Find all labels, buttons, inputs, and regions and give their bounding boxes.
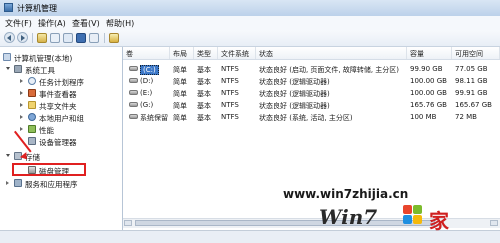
drive-icon bbox=[129, 78, 138, 83]
column-header-type[interactable]: 类型 bbox=[194, 47, 218, 59]
watermark-brand: Win7 bbox=[319, 205, 378, 229]
menu-help[interactable]: 帮助(H) bbox=[106, 18, 134, 29]
back-arrow-icon[interactable] bbox=[4, 32, 15, 43]
volume-type: 基本 bbox=[197, 66, 211, 74]
volume-name: 系统保留 bbox=[140, 114, 168, 122]
volume-layout: 简单 bbox=[173, 102, 187, 110]
drive-icon bbox=[129, 102, 138, 107]
menu-action[interactable]: 操作(A) bbox=[38, 18, 66, 29]
volume-status: 状态良好 (逻辑驱动器) bbox=[259, 78, 330, 86]
title-bar: 计算机管理 bbox=[0, 0, 500, 17]
menu-view[interactable]: 查看(V) bbox=[72, 18, 100, 29]
drive-icon bbox=[129, 66, 138, 71]
scroll-left-arrow-icon[interactable] bbox=[124, 220, 132, 226]
table-row[interactable]: (E:) 简单 基本 NTFS 状态良好 (逻辑驱动器) 100.00 GB 9… bbox=[123, 88, 500, 98]
volume-layout: 简单 bbox=[173, 66, 187, 74]
watermark-suffix: 家 bbox=[429, 209, 449, 233]
tools-icon bbox=[14, 65, 22, 73]
volume-free-space: 72 MB bbox=[455, 113, 477, 121]
volume-layout: 简单 bbox=[173, 90, 187, 98]
volume-type: 基本 bbox=[197, 102, 211, 110]
collapse-arrow-icon[interactable] bbox=[20, 79, 23, 83]
volume-status: 状态良好 (系统, 活动, 主分区) bbox=[259, 114, 353, 122]
computer-management-icon bbox=[4, 3, 13, 12]
expand-arrow-icon[interactable] bbox=[6, 154, 10, 157]
volume-capacity: 100 MB bbox=[410, 113, 437, 121]
volume-capacity: 100.00 GB bbox=[410, 77, 447, 85]
volume-filesystem: NTFS bbox=[221, 65, 239, 73]
services-icon bbox=[14, 179, 22, 187]
menu-bar: 文件(F) 操作(A) 查看(V) 帮助(H) bbox=[0, 16, 500, 31]
volume-status: 状态良好 (逻辑驱动器) bbox=[259, 90, 330, 98]
column-header-filesystem[interactable]: 文件系统 bbox=[218, 47, 256, 59]
volume-capacity: 100.00 GB bbox=[410, 89, 447, 97]
collapse-arrow-icon[interactable] bbox=[6, 181, 9, 185]
volume-name: (G:) bbox=[140, 101, 154, 109]
volume-filesystem: NTFS bbox=[221, 101, 239, 109]
volume-name: (E:) bbox=[140, 89, 153, 97]
properties-icon[interactable] bbox=[63, 33, 73, 43]
menu-file[interactable]: 文件(F) bbox=[5, 18, 32, 29]
column-header-volume[interactable]: 卷 bbox=[123, 47, 170, 59]
view-icon[interactable] bbox=[89, 33, 99, 43]
volume-status: 状态良好 (启动, 页面文件, 故障转储, 主分区) bbox=[259, 66, 400, 74]
volume-list-header: 卷 布局 类型 文件系统 状态 容量 可用空间 bbox=[123, 47, 500, 60]
volume-name: (C:) bbox=[140, 65, 159, 75]
refresh-icon[interactable] bbox=[109, 33, 119, 43]
expand-arrow-icon[interactable] bbox=[6, 67, 10, 70]
volume-capacity: 99.90 GB bbox=[410, 65, 443, 73]
volume-free-space: 77.05 GB bbox=[455, 65, 488, 73]
volume-layout: 简单 bbox=[173, 114, 187, 122]
drive-icon bbox=[129, 90, 138, 95]
collapse-arrow-icon[interactable] bbox=[20, 127, 23, 131]
table-row[interactable]: (D:) 简单 基本 NTFS 状态良好 (逻辑驱动器) 100.00 GB 9… bbox=[123, 76, 500, 86]
device-manager-icon bbox=[28, 137, 36, 145]
volume-status: 状态良好 (逻辑驱动器) bbox=[259, 102, 330, 110]
collapse-arrow-icon[interactable] bbox=[20, 103, 23, 107]
column-header-layout[interactable]: 布局 bbox=[170, 47, 194, 59]
volume-list: 卷 布局 类型 文件系统 状态 容量 可用空间 (C:) 简单 基本 NTFS … bbox=[123, 47, 500, 230]
windows-logo-icon bbox=[403, 205, 423, 225]
help-icon[interactable] bbox=[76, 33, 86, 43]
performance-icon bbox=[28, 125, 36, 133]
scrollbar-thumb[interactable] bbox=[135, 220, 435, 226]
event-viewer-icon bbox=[28, 89, 36, 97]
volume-name: (D:) bbox=[140, 77, 154, 85]
users-icon bbox=[28, 113, 36, 121]
volume-layout: 简单 bbox=[173, 78, 187, 86]
watermark-url: www.win7zhijia.cn bbox=[283, 187, 409, 201]
volume-free-space: 99.91 GB bbox=[455, 89, 488, 97]
toolbar bbox=[0, 30, 500, 47]
collapse-arrow-icon[interactable] bbox=[20, 115, 23, 119]
folder-icon bbox=[28, 101, 36, 109]
table-row[interactable]: (C:) 简单 基本 NTFS 状态良好 (启动, 页面文件, 故障转储, 主分… bbox=[123, 64, 500, 75]
table-row[interactable]: 系统保留 简单 基本 NTFS 状态良好 (系统, 活动, 主分区) 100 M… bbox=[123, 112, 500, 122]
scroll-right-arrow-icon[interactable] bbox=[490, 220, 498, 226]
column-header-status[interactable]: 状态 bbox=[256, 47, 407, 59]
volume-filesystem: NTFS bbox=[221, 113, 239, 121]
drive-icon bbox=[129, 114, 138, 119]
column-header-capacity[interactable]: 容量 bbox=[407, 47, 452, 59]
volume-free-space: 98.11 GB bbox=[455, 77, 488, 85]
show-hide-tree-icon[interactable] bbox=[50, 33, 60, 43]
volume-filesystem: NTFS bbox=[221, 89, 239, 97]
table-row[interactable]: (G:) 简单 基本 NTFS 状态良好 (逻辑驱动器) 165.76 GB 1… bbox=[123, 100, 500, 110]
annotation-highlight-box bbox=[12, 163, 86, 176]
volume-type: 基本 bbox=[197, 78, 211, 86]
volume-capacity: 165.76 GB bbox=[410, 101, 447, 109]
toolbar-separator bbox=[104, 33, 105, 43]
column-header-free-space[interactable]: 可用空间 bbox=[452, 47, 500, 59]
computer-icon bbox=[3, 53, 11, 61]
volume-filesystem: NTFS bbox=[221, 77, 239, 85]
toolbar-separator bbox=[32, 33, 33, 43]
collapse-arrow-icon[interactable] bbox=[20, 91, 23, 95]
volume-type: 基本 bbox=[197, 114, 211, 122]
forward-arrow-icon[interactable] bbox=[17, 32, 28, 43]
volume-free-space: 165.67 GB bbox=[455, 101, 492, 109]
status-bar bbox=[0, 230, 500, 243]
clock-icon bbox=[28, 77, 36, 85]
up-folder-icon[interactable] bbox=[37, 33, 47, 43]
volume-type: 基本 bbox=[197, 90, 211, 98]
window-title: 计算机管理 bbox=[17, 4, 57, 13]
